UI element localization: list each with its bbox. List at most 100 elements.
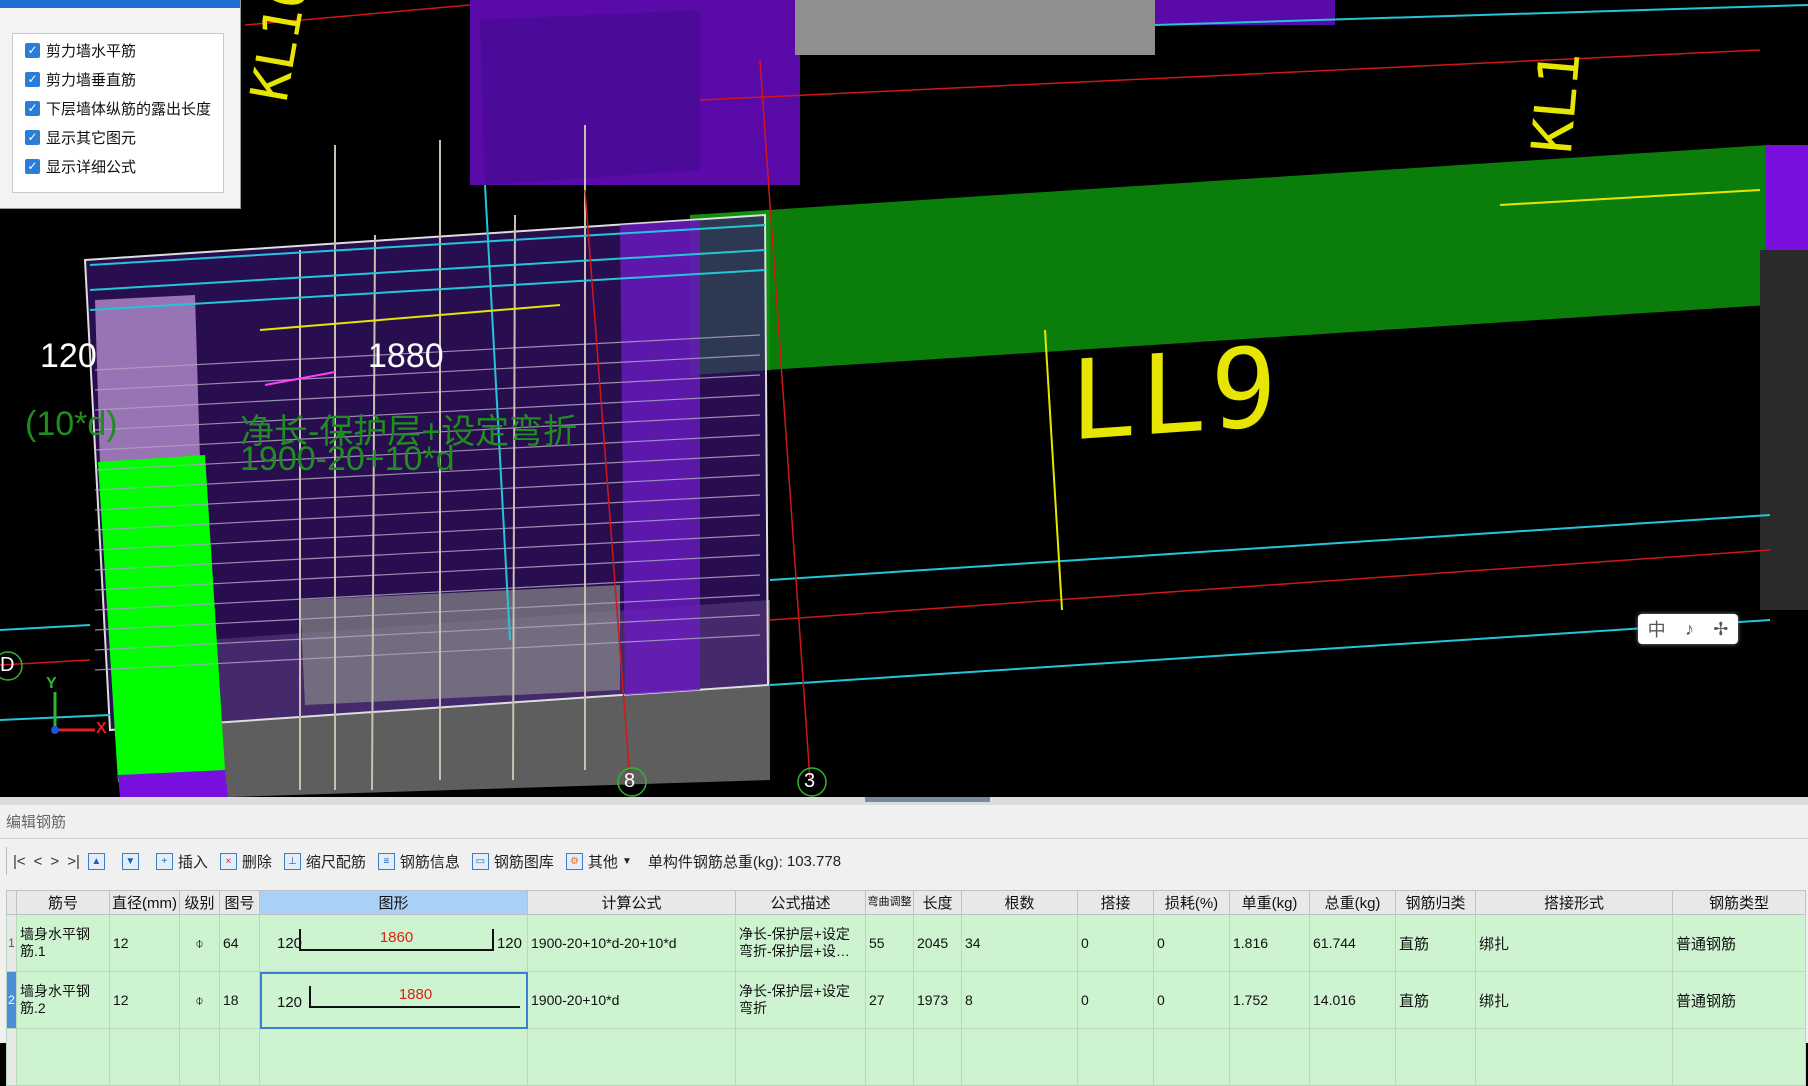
header-lap-type[interactable]: 搭接形式 (1475, 890, 1673, 915)
cell-category[interactable]: 直筋 (1395, 971, 1476, 1029)
header-rebar-type[interactable]: 钢筋类型 (1672, 890, 1806, 915)
header-grade[interactable]: 级别 (179, 890, 220, 915)
insert-button[interactable]: + 插入 (155, 851, 208, 872)
header-unit-weight[interactable]: 单重(kg) (1229, 890, 1310, 915)
dimension-main: 1880 (368, 337, 444, 375)
last-record-button[interactable]: >| (67, 853, 80, 870)
cell-diameter[interactable]: 12 (109, 914, 180, 972)
rotate-view-icon[interactable]: ♪ (1685, 619, 1694, 640)
cell-lap[interactable]: 0 (1077, 971, 1154, 1029)
display-options-panel: ✓ 剪力墙水平筋 ✓ 剪力墙垂直筋 ✓ 下层墙体纵筋的露出长度 ✓ 显示其它图元 ✓ 显示… (0, 0, 241, 209)
cell-loss[interactable]: 0 (1153, 971, 1230, 1029)
prev-record-button[interactable]: < (34, 853, 43, 870)
cell-formula[interactable]: 1900-20+10*d-20+10*d (527, 914, 736, 972)
cell-figure-no[interactable]: 18 (219, 971, 260, 1029)
cell-rebar-type[interactable]: 普通钢筋 (1672, 914, 1806, 972)
cell-grade[interactable]: ⌽ (179, 971, 220, 1029)
header-diameter[interactable]: 直径(mm) (109, 890, 180, 915)
checkbox-checked-icon[interactable]: ✓ (25, 71, 40, 87)
shape-mid-length[interactable]: 1860 (301, 929, 492, 946)
option-label: 剪力墙水平筋 (46, 42, 137, 60)
cell-length[interactable]: 2045 (913, 914, 962, 972)
pan-view-icon[interactable]: ✢ (1713, 619, 1728, 640)
checkbox-checked-icon[interactable]: ✓ (25, 158, 40, 174)
cell-rebar-type[interactable]: 普通钢筋 (1672, 971, 1806, 1029)
header-formula-desc[interactable]: 公式描述 (735, 890, 866, 915)
other-dropdown-button[interactable]: ⚙ 其他 ▼ (565, 851, 632, 872)
axis-label-3: 3 (804, 770, 816, 792)
cell-lap-type[interactable]: 绑扎 (1475, 914, 1673, 972)
splitter-grip[interactable] (865, 797, 990, 802)
purple-column-right (1765, 145, 1808, 250)
axis-label-d: D (0, 654, 15, 676)
move-down-button[interactable]: ▼ (121, 852, 144, 870)
rebar-library-button[interactable]: ▭ 钢筋图库 (471, 851, 554, 872)
cell-bend-adjust[interactable]: 27 (865, 971, 914, 1029)
header-shape[interactable]: 图形 (259, 890, 528, 915)
total-weight-value: 103.778 (786, 852, 842, 870)
cell-diameter[interactable]: 12 (109, 971, 180, 1029)
header-total-weight[interactable]: 总重(kg) (1309, 890, 1396, 915)
panel-splitter[interactable] (0, 797, 1808, 805)
cell-formula-desc[interactable]: 净长-保护层+设定弯折-保护层+设… (735, 914, 866, 972)
delete-button[interactable]: × 删除 (219, 851, 272, 872)
option-lower-wall-exposed-length[interactable]: ✓ 下层墙体纵筋的露出长度 (25, 98, 211, 118)
header-loss[interactable]: 损耗(%) (1153, 890, 1230, 915)
checkbox-checked-icon[interactable]: ✓ (25, 42, 40, 58)
option-show-detailed-formula[interactable]: ✓ 显示详细公式 (25, 156, 136, 176)
shape-mid-length[interactable]: 1880 (311, 986, 520, 1003)
header-bar-no[interactable]: 筋号 (16, 890, 110, 915)
cell-bend-adjust[interactable]: 55 (865, 914, 914, 972)
row-number[interactable]: 1 (6, 914, 17, 972)
option-wall-horizontal-rebar[interactable]: ✓ 剪力墙水平筋 (25, 40, 136, 60)
header-category[interactable]: 钢筋归类 (1395, 890, 1476, 915)
cell-bar-no[interactable]: 墙身水平钢筋.2 (16, 971, 110, 1029)
cell-formula-desc[interactable]: 净长-保护层+设定弯折 (735, 971, 866, 1029)
panel-titlebar (0, 0, 240, 8)
cell-loss[interactable]: 0 (1153, 914, 1230, 972)
table-row[interactable]: 2 墙身水平钢筋.2 12 ⌽ 18 120 1880 1900-20+10*d… (6, 971, 1806, 1029)
cell-unit-weight[interactable]: 1.752 (1229, 971, 1310, 1029)
row-number[interactable]: 2 (6, 971, 17, 1029)
rebar-info-button[interactable]: ≡ 钢筋信息 (377, 851, 460, 872)
cell-shape[interactable]: 120 1860 120 (259, 914, 528, 972)
header-length[interactable]: 长度 (913, 890, 962, 915)
header-bend-adjust[interactable]: 弯曲调整 (865, 890, 914, 915)
cell-total-weight[interactable]: 61.744 (1309, 914, 1396, 972)
first-record-button[interactable]: |< (13, 853, 26, 870)
scale-rebar-button[interactable]: ⊥ 缩尺配筋 (283, 851, 366, 872)
header-formula[interactable]: 计算公式 (527, 890, 736, 915)
view-navigation-widget[interactable]: 中 ♪ ✢ (1638, 614, 1738, 644)
3d-viewport[interactable]: KL10(3 KL1 LL9 120 1880 (10*d) 净长-保护层+设定… (0, 0, 1808, 797)
shape-left-length[interactable]: 120 (277, 994, 302, 1011)
cell-grade[interactable]: ⌽ (179, 914, 220, 972)
next-record-button[interactable]: > (50, 853, 59, 870)
table-row[interactable]: 1 墙身水平钢筋.1 12 ⌽ 64 120 1860 120 1900-20+… (6, 914, 1806, 972)
cell-category[interactable]: 直筋 (1395, 914, 1476, 972)
header-lap[interactable]: 搭接 (1077, 890, 1154, 915)
beam-label-ll9: LL9 (1070, 322, 1281, 466)
option-wall-vertical-rebar[interactable]: ✓ 剪力墙垂直筋 (25, 69, 136, 89)
cell-count[interactable]: 34 (961, 914, 1078, 972)
shape-right-length[interactable]: 120 (497, 935, 522, 952)
move-up-button[interactable]: ▲ (87, 852, 110, 870)
cell-total-weight[interactable]: 14.016 (1309, 971, 1396, 1029)
option-label: 剪力墙垂直筋 (46, 71, 137, 89)
cell-length[interactable]: 1973 (913, 971, 962, 1029)
cell-shape[interactable]: 120 1880 (259, 971, 528, 1029)
table-row-partial[interactable] (6, 1028, 1806, 1086)
checkbox-checked-icon[interactable]: ✓ (25, 129, 40, 145)
checkbox-checked-icon[interactable]: ✓ (25, 100, 40, 116)
header-figure-no[interactable]: 图号 (219, 890, 260, 915)
center-view-icon[interactable]: 中 (1648, 616, 1666, 642)
cell-lap-type[interactable]: 绑扎 (1475, 971, 1673, 1029)
insert-icon: + (155, 852, 173, 870)
cell-count[interactable]: 8 (961, 971, 1078, 1029)
cell-bar-no[interactable]: 墙身水平钢筋.1 (16, 914, 110, 972)
cell-figure-no[interactable]: 64 (219, 914, 260, 972)
cell-lap[interactable]: 0 (1077, 914, 1154, 972)
header-count[interactable]: 根数 (961, 890, 1078, 915)
cell-formula[interactable]: 1900-20+10*d (527, 971, 736, 1029)
option-show-other-elements[interactable]: ✓ 显示其它图元 (25, 127, 136, 147)
cell-unit-weight[interactable]: 1.816 (1229, 914, 1310, 972)
